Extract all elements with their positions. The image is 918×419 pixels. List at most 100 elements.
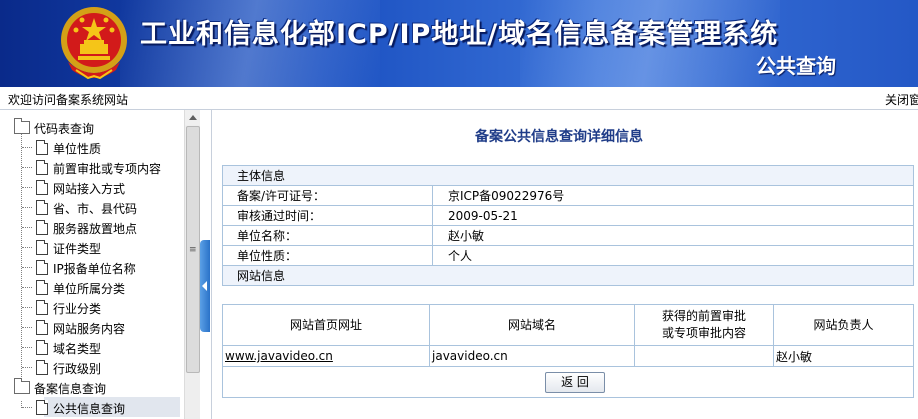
tree-item-label: 省、市、县代码 — [53, 202, 138, 216]
field-value-unit-nature: 个人 — [432, 245, 914, 266]
field-value-license: 京ICP备09022976号 — [432, 185, 914, 206]
field-row: 审核通过时间： 2009-05-21 — [222, 205, 914, 226]
tree-item-label: 行业分类 — [53, 302, 102, 316]
tree-item-ip-units[interactable]: IP报备单位名称 — [22, 257, 182, 277]
field-row: 单位性质： 个人 — [222, 245, 914, 266]
tree-item-label: 网站服务内容 — [53, 322, 126, 336]
document-icon — [36, 220, 48, 235]
tree-item-label: 单位所属分类 — [53, 282, 126, 296]
field-row: 备案/许可证号： 京ICP备09022976号 — [222, 185, 914, 206]
section-heading-website: 网站信息 — [222, 265, 914, 286]
tree-item-pre-approval[interactable]: 前置审批或专项内容 — [22, 157, 182, 177]
tree-item-id-types[interactable]: 证件类型 — [22, 237, 182, 257]
tree-item-label: 证件类型 — [53, 242, 102, 256]
tree-item-label: IP报备单位名称 — [53, 262, 136, 276]
field-value-unit-name: 赵小敏 — [432, 225, 914, 246]
tree-connector — [22, 407, 32, 408]
tree-item-industry[interactable]: 行业分类 — [22, 297, 182, 317]
tree-item-label: 前置审批或专项内容 — [53, 162, 162, 176]
collapse-sidebar-handle[interactable] — [200, 240, 210, 332]
tree-item-public-query[interactable]: 公共信息查询 — [22, 397, 182, 417]
tree-item-domain-type[interactable]: 域名类型 — [22, 337, 182, 357]
document-icon — [36, 160, 48, 175]
back-button[interactable]: 返 回 — [545, 372, 605, 393]
site-url-link[interactable]: www.javavideo.cn — [225, 349, 333, 363]
document-icon — [36, 340, 48, 355]
folder-open-icon — [14, 378, 30, 394]
tree-item-region-codes[interactable]: 省、市、县代码 — [22, 197, 182, 217]
tree-connector — [22, 347, 32, 348]
document-icon — [36, 320, 48, 335]
field-value-approval-date: 2009-05-21 — [432, 205, 914, 226]
site-domain-cell: javavideo.cn — [429, 345, 635, 367]
site-owner-cell: 赵小敏 — [773, 345, 914, 367]
tree-item-access-method[interactable]: 网站接入方式 — [22, 177, 182, 197]
field-label: 单位性质： — [222, 245, 433, 266]
column-header: 网站首页网址 — [222, 304, 430, 346]
site-url-cell: www.javavideo.cn — [222, 345, 430, 367]
field-label: 备案/许可证号： — [222, 185, 433, 206]
system-subtitle: 公共查询 — [756, 54, 836, 78]
tree-item-label: 网站接入方式 — [53, 182, 126, 196]
tree-item-unit-category[interactable]: 单位所属分类 — [22, 277, 182, 297]
tree-item-service-content[interactable]: 网站服务内容 — [22, 317, 182, 337]
scrollbar-thumb[interactable]: ≡ — [186, 126, 200, 373]
site-approval-cell — [634, 345, 774, 367]
page-title: 备案公共信息查询详细信息 — [475, 129, 643, 145]
tree-connector — [22, 307, 32, 308]
tree-connector — [22, 167, 32, 168]
field-label: 审核通过时间： — [222, 205, 433, 226]
tree-item-admin-level[interactable]: 行政级别 — [22, 357, 182, 377]
button-row: 返 回 — [222, 367, 914, 398]
sidebar-scrollbar[interactable]: ≡ — [184, 110, 200, 419]
national-emblem-icon — [61, 7, 127, 80]
tree-item-unit-nature[interactable]: 单位性质 — [22, 137, 182, 157]
table-header-row: 网站首页网址 网站域名 获得的前置审批 或专项审批内容 网站负责人 — [222, 304, 914, 346]
document-icon — [36, 260, 48, 275]
field-label: 单位名称： — [222, 225, 433, 246]
tree-connector — [22, 287, 32, 288]
tree-connector — [22, 147, 32, 148]
folder-open-icon — [14, 118, 30, 134]
tree-item-label: 公共信息查询 — [53, 402, 126, 416]
tree-item-label: 服务器放置地点 — [53, 222, 138, 236]
tree-folder-code-tables[interactable]: 代码表查询 — [14, 117, 184, 137]
document-icon — [36, 140, 48, 155]
tree-folder-label: 备案信息查询 — [34, 382, 107, 396]
tree-connector — [22, 227, 32, 228]
tree-connector — [22, 267, 32, 268]
document-icon — [36, 360, 48, 375]
tree-connector — [22, 207, 32, 208]
main-content: 备案公共信息查询详细信息 主体信息 备案/许可证号： 京ICP备09022976… — [212, 110, 918, 419]
welcome-text: 欢迎访问备案系统网站 — [8, 93, 129, 107]
scroll-up-arrow-icon[interactable] — [185, 110, 200, 125]
document-icon — [36, 300, 48, 315]
tree-item-label: 行政级别 — [53, 362, 102, 376]
tree-item-label: 域名类型 — [53, 342, 102, 356]
tree-connector — [22, 187, 32, 188]
tree-folder-record-query[interactable]: 备案信息查询 — [14, 377, 184, 397]
column-header: 获得的前置审批 或专项审批内容 — [634, 304, 774, 346]
table-row: www.javavideo.cn javavideo.cn 赵小敏 — [222, 345, 914, 367]
subject-info-table: 主体信息 备案/许可证号： 京ICP备09022976号 审核通过时间： 200… — [222, 165, 914, 286]
column-header: 网站域名 — [429, 304, 635, 346]
top-bar: 欢迎访问备案系统网站 关闭窗 — [0, 87, 918, 110]
tree-connector — [22, 367, 32, 368]
grip-icon: ≡ — [189, 245, 197, 255]
document-icon — [36, 180, 48, 195]
document-icon — [36, 240, 48, 255]
section-heading-subject: 主体信息 — [222, 165, 914, 186]
tree-connector — [22, 247, 32, 248]
tree-connector — [22, 327, 32, 328]
sidebar-tree: 代码表查询 单位性质 前置审批或专项内容 网站接入方式 省、市、县代码 服务器放… — [0, 110, 184, 419]
tree-item-label: 单位性质 — [53, 142, 102, 156]
document-icon — [36, 400, 48, 415]
tree-folder-label: 代码表查询 — [34, 122, 95, 136]
section-row: 主体信息 — [222, 165, 914, 186]
section-row: 网站信息 — [222, 265, 914, 286]
document-icon — [36, 200, 48, 215]
system-title: 工业和信息化部ICP/IP地址/域名信息备案管理系统 — [140, 19, 779, 50]
close-window-link[interactable]: 关闭窗 — [885, 91, 918, 108]
field-row: 单位名称： 赵小敏 — [222, 225, 914, 246]
tree-item-server-location[interactable]: 服务器放置地点 — [22, 217, 182, 237]
